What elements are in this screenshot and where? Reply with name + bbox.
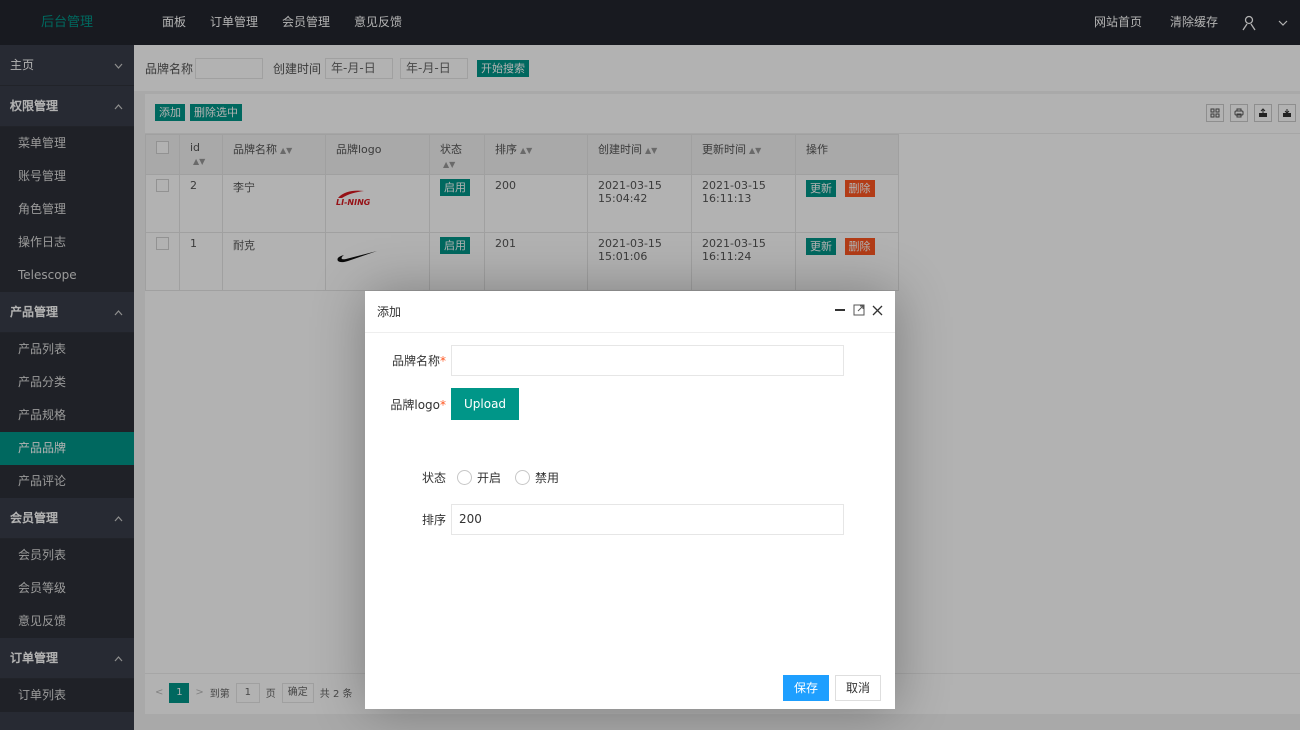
brand-logo-row: 品牌logo* Upload [365,388,520,420]
status-label: 状态 [421,471,446,485]
add-brand-dialog: 添加 品牌名称* 品牌logo* Upload 状态 开启 禁用 排序 200 … [365,291,895,709]
cancel-button[interactable]: 取消 [834,675,881,701]
status-radio-enable[interactable]: 开启 [457,469,501,486]
radio-circle [457,470,472,485]
radio-circle [515,470,531,485]
sort-label: 排序 [421,513,446,527]
status-row: 状态 开启 禁用 [365,469,573,486]
upload-button[interactable]: Upload [451,388,520,420]
minimize-icon[interactable] [834,291,846,333]
brand-name-label: 品牌名称* [391,354,446,368]
status-radio-disable[interactable]: 禁用 [515,469,559,486]
brand-name-row: 品牌名称* [365,345,844,376]
close-icon[interactable] [872,291,883,333]
save-button[interactable]: 保存 [782,675,829,701]
brand-logo-label: 品牌logo* [390,397,446,412]
dialog-title: 添加 [377,305,402,319]
maximize-icon[interactable] [853,291,865,333]
dialog-header: 添加 [365,291,895,333]
sort-input[interactable]: 200 [451,504,844,535]
dialog-actions: 保存 取消 [782,675,881,701]
brand-name-input[interactable] [451,345,844,376]
sort-row: 排序 200 [365,504,844,535]
